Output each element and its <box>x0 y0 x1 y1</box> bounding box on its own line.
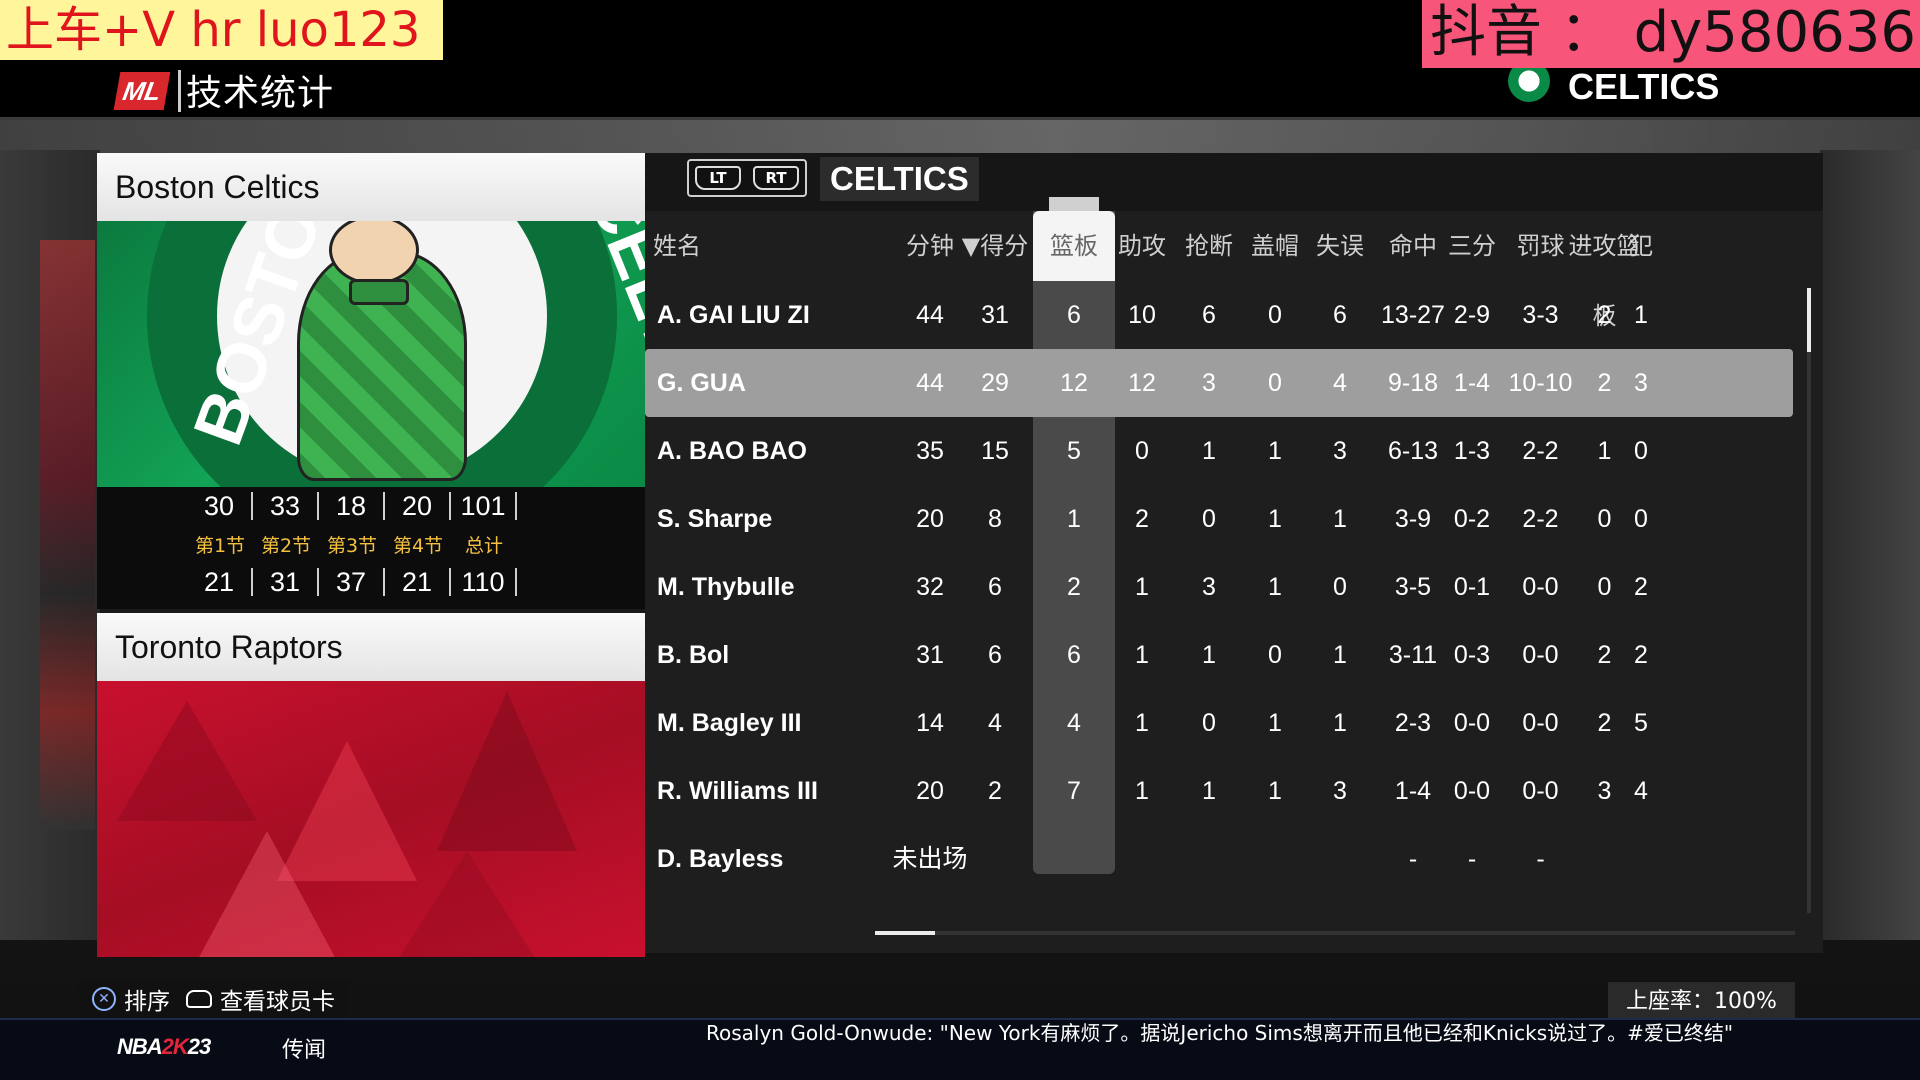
ticker-text: Rosalyn Gold-Onwude: "New York有麻烦了。据说Jer… <box>706 1022 1734 1045</box>
col-points-cell: 15 <box>981 437 1009 465</box>
col-fouls-cell <box>1611 825 1671 876</box>
leprechaun-bowtie-icon <box>349 279 409 305</box>
background-band <box>0 118 1920 158</box>
player-card-hint[interactable]: 查看球员卡 <box>220 982 335 1016</box>
watermark-left: 上车+V hr luo123 <box>0 0 443 60</box>
col-fouls-cell: 2 <box>1634 641 1648 669</box>
table-row[interactable]: M. Thybulle 32 6 2 1 3 1 0 3-5 0-1 0-0 0 2 <box>645 553 1805 621</box>
col-fouls-cell: 2 <box>1634 573 1648 601</box>
col-name-header[interactable]: 姓名 <box>653 211 823 281</box>
col-fouls-cell: 4 <box>1634 777 1648 805</box>
ticker-label: 传闻 <box>282 1038 327 1063</box>
raptors-facet-shape <box>197 831 337 957</box>
table-row[interactable]: M. Bagley III 14 4 4 1 0 1 1 2-3 0-0 0-0 2 5 <box>645 689 1805 757</box>
home-q1: 30 <box>187 492 253 520</box>
home-q3: 18 <box>319 492 385 520</box>
x-button-icon[interactable]: ✕ <box>92 987 116 1011</box>
nba2k23-logo: NBA2K23 <box>117 1034 211 1059</box>
horizontal-scrollbar[interactable] <box>875 931 1795 935</box>
col-points-cell: 6 <box>988 641 1002 669</box>
home-total: 101 <box>451 492 517 520</box>
vertical-scrollbar-thumb[interactable] <box>1807 288 1811 352</box>
raptors-facet-shape <box>437 691 577 851</box>
page-title: 技术统计 <box>186 73 335 114</box>
col-points-cell: 29 <box>981 369 1009 397</box>
col-name-cell: M. Thybulle <box>657 573 795 601</box>
col-points-cell: 2 <box>988 777 1002 805</box>
col-points-cell: 31 <box>981 301 1009 329</box>
home-quarter-scores: 30 33 18 20 101 <box>97 487 645 525</box>
col-name-cell: S. Sharpe <box>657 505 773 533</box>
background-left-accent <box>40 240 95 830</box>
myleague-logo: ML <box>113 72 171 110</box>
lt-button-icon[interactable]: LT <box>695 166 741 190</box>
team-switch-buttons[interactable]: LT RT <box>687 159 807 197</box>
quarter-label: 第4节 <box>392 534 444 557</box>
quarter-label: 第2节 <box>260 534 312 557</box>
quarter-label: 第3节 <box>326 534 378 557</box>
header-team-name: CELTICS <box>1568 66 1720 107</box>
team-panel: Boston Celtics BOSTON CELTICS 30 33 18 2… <box>97 153 645 957</box>
title-divider <box>178 70 181 112</box>
touchpad-icon[interactable] <box>186 990 212 1008</box>
col-fouls-cell: 3 <box>1634 369 1648 397</box>
away-q1: 21 <box>187 568 253 596</box>
col-points-cell <box>950 825 1040 876</box>
col-name-cell: D. Bayless <box>657 845 784 873</box>
box-score-table: LT RT CELTICS 姓名 分钟 ▼得分 篮板 助攻 抢断 盖帽 失误 命中 三分 罚球 进攻篮… <box>645 153 1823 953</box>
col-name-cell: G. GUA <box>657 369 746 397</box>
vertical-scrollbar[interactable] <box>1807 288 1811 913</box>
quarter-label: 总计 <box>464 534 503 557</box>
col-name-cell: A. BAO BAO <box>657 437 807 465</box>
away-q4: 21 <box>385 568 451 596</box>
home-team-name: Boston Celtics <box>97 153 645 221</box>
rt-button-icon[interactable]: RT <box>753 166 799 190</box>
background-right-panel <box>1820 150 1920 940</box>
col-points-cell: 8 <box>988 505 1002 533</box>
table-row[interactable]: S. Sharpe 20 8 1 2 0 1 1 3-9 0-2 2-2 0 0 <box>645 485 1805 553</box>
quarter-label: 第1节 <box>194 534 246 557</box>
attendance-badge: 上座率：100% <box>1608 982 1795 1022</box>
table-row[interactable]: R. Williams III 20 2 7 1 1 1 3 1-4 0-0 0-0 3 4 <box>645 757 1805 825</box>
raptors-facet-shape <box>397 851 537 957</box>
col-points-header[interactable]: ▼得分 <box>950 211 1040 281</box>
quarter-labels: 第1节 第2节 第3节 第4节 总计 <box>97 525 645 563</box>
raptors-logo-art <box>97 681 645 957</box>
table-row[interactable]: A. GAI LIU ZI 44 31 6 10 6 0 6 13-27 2-9 3-3 2 1 <box>645 281 1805 349</box>
celtics-logo-art: BOSTON CELTICS <box>97 221 645 487</box>
col-name-cell: M. Bagley III <box>657 709 802 737</box>
col-fouls-cell: 0 <box>1634 437 1648 465</box>
table-row[interactable]: A. BAO BAO 35 15 5 0 1 1 3 6-13 1-3 2-2 1 0 <box>645 417 1805 485</box>
col-fouls-cell: 0 <box>1634 505 1648 533</box>
col-points-cell: 4 <box>988 709 1002 737</box>
team-tab[interactable]: CELTICS <box>820 157 979 201</box>
col-fouls-header[interactable]: 犯 <box>1611 211 1671 281</box>
col-name-cell: R. Williams III <box>657 777 818 805</box>
col-fouls-cell: 5 <box>1634 709 1648 737</box>
table-row[interactable]: B. Bol 31 6 6 1 1 0 1 3-11 0-3 0-0 2 2 <box>645 621 1805 689</box>
table-row[interactable]: D. Bayless 未出场 - - - <box>645 825 1805 876</box>
home-q4: 20 <box>385 492 451 520</box>
away-q2: 31 <box>253 568 319 596</box>
watermark-right: 抖音 ： dy5806363 <box>1422 0 1920 68</box>
horizontal-scrollbar-thumb[interactable] <box>875 931 935 935</box>
sort-hint[interactable]: 排序 <box>124 982 170 1016</box>
home-q2: 33 <box>253 492 319 520</box>
away-team-name: Toronto Raptors <box>97 613 645 681</box>
raptors-facet-shape <box>117 701 257 821</box>
col-points-cell: 6 <box>988 573 1002 601</box>
column-headers: 姓名 分钟 ▼得分 篮板 助攻 抢断 盖帽 失误 命中 三分 罚球 进攻篮板犯 <box>645 211 1823 330</box>
away-quarter-scores: 21 31 37 21 110 <box>97 563 645 601</box>
away-total: 110 <box>451 568 517 596</box>
button-hints: ✕ 排序 查看球员卡 <box>78 980 349 1018</box>
col-name-cell: B. Bol <box>657 641 730 669</box>
table-row[interactable]: G. GUA 44 29 12 12 3 0 4 9-18 1-4 10-10 2 3 <box>645 349 1805 417</box>
away-q3: 37 <box>319 568 385 596</box>
player-rows: A. GAI LIU ZI 44 31 6 10 6 0 6 13-27 2-9 3-3 2 1 G. G… <box>645 281 1823 876</box>
col-name-cell: A. GAI LIU ZI <box>657 301 810 329</box>
col-fouls-cell: 1 <box>1634 301 1648 329</box>
table-toolbar: LT RT CELTICS <box>645 153 1823 211</box>
quarter-scoreboard: 30 33 18 20 101 第1节 第2节 第3节 第4节 总计 21 31… <box>97 487 645 609</box>
